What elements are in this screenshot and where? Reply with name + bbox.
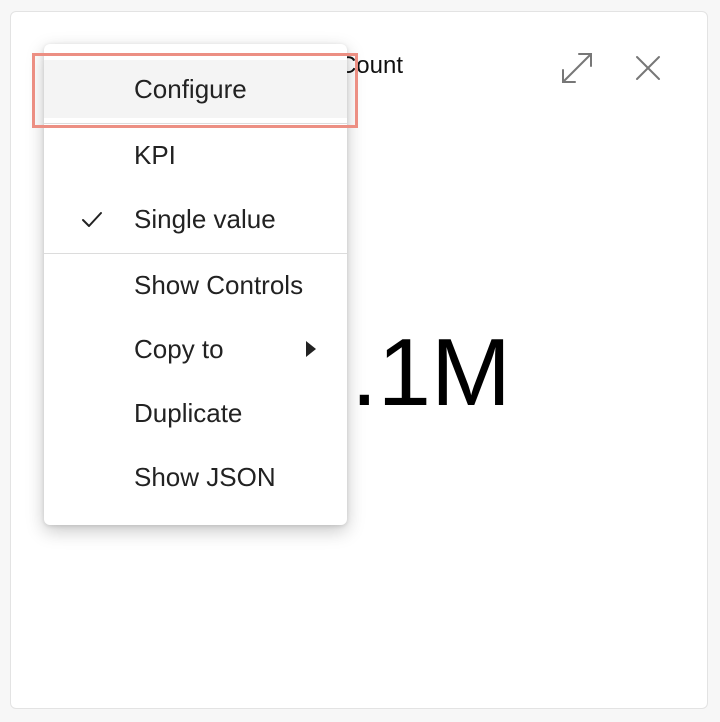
menu-item-show-controls[interactable]: Show Controls [44,256,347,314]
menu-item-single-value[interactable]: Single value [44,190,347,248]
menu-item-show-json[interactable]: Show JSON [44,448,347,506]
menu-item-label: Single value [134,203,276,234]
close-icon [636,56,660,80]
expand-button[interactable] [557,48,597,88]
menu-item-label: Duplicate [134,397,243,428]
menu-item-kpi[interactable]: KPI [44,126,347,184]
menu-divider [44,253,347,254]
submenu-arrow-icon [306,341,316,357]
menu-item-label: Configure [134,73,247,104]
menu-item-label: KPI [134,139,176,170]
context-menu: Configure KPI Single value Show Controls… [44,44,347,525]
menu-item-configure[interactable]: Configure [44,60,347,118]
menu-item-label: Show JSON [134,461,276,492]
menu-item-duplicate[interactable]: Duplicate [44,384,347,442]
close-button[interactable] [628,48,668,88]
checkmark-icon [82,212,102,227]
expand-icon [562,53,592,83]
menu-divider [44,123,347,124]
menu-item-label: Copy to [134,333,224,364]
menu-item-copy-to[interactable]: Copy to [44,320,347,378]
menu-item-label: Show Controls [134,269,304,300]
